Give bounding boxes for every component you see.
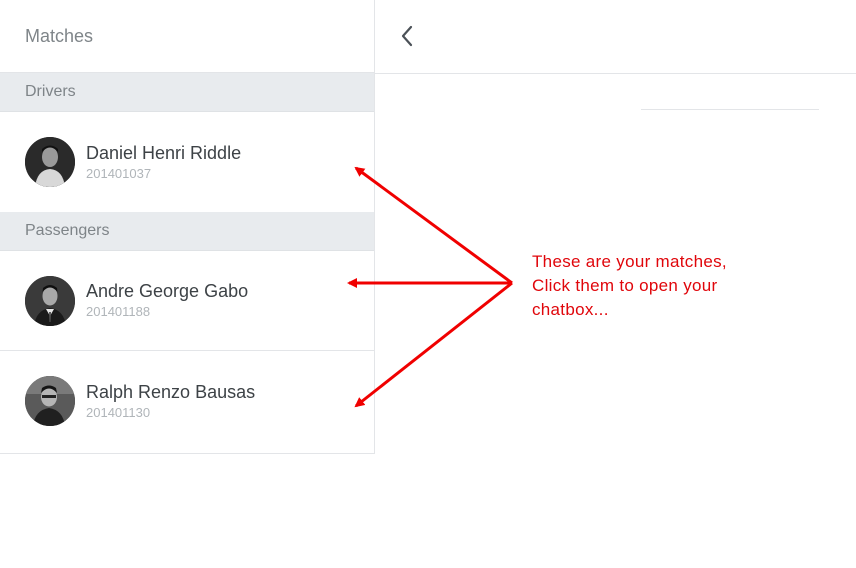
back-button[interactable] xyxy=(397,23,417,49)
chat-header xyxy=(375,0,856,74)
annotation-line: chatbox... xyxy=(532,300,609,319)
contact-id: 201401130 xyxy=(86,404,151,420)
contact-id: 201401037 xyxy=(86,165,152,181)
contact-name: Daniel Henri Riddle xyxy=(86,142,242,163)
matches-panel: Matches Drivers Daniel Henri Riddle 2014… xyxy=(0,0,375,454)
annotation-text: These are your matches, Click them to op… xyxy=(532,250,772,322)
match-item-ralph[interactable]: Ralph Renzo Bausas 201401130 xyxy=(0,351,374,451)
match-item-andre[interactable]: Andre George Gabo 201401188 xyxy=(0,251,374,351)
avatar xyxy=(25,275,75,326)
section-header-passengers: Passengers xyxy=(0,212,374,251)
contact-name: Andre George Gabo xyxy=(86,281,249,301)
matches-title: Matches xyxy=(0,0,374,73)
annotation-line: These are your matches, xyxy=(532,252,727,271)
section-header-drivers: Drivers xyxy=(0,73,374,112)
arrow-to-daniel xyxy=(354,166,513,285)
contact-id: 201401188 xyxy=(86,304,151,319)
chevron-left-icon xyxy=(401,25,413,47)
avatar xyxy=(25,137,75,187)
annotation-line: Click them to open your xyxy=(532,276,718,295)
avatar xyxy=(25,376,75,426)
match-item-daniel[interactable]: Daniel Henri Riddle 201401037 xyxy=(0,112,374,212)
divider xyxy=(641,109,819,110)
arrow-to-ralph xyxy=(354,281,513,408)
contact-name: Ralph Renzo Bausas xyxy=(86,381,256,402)
